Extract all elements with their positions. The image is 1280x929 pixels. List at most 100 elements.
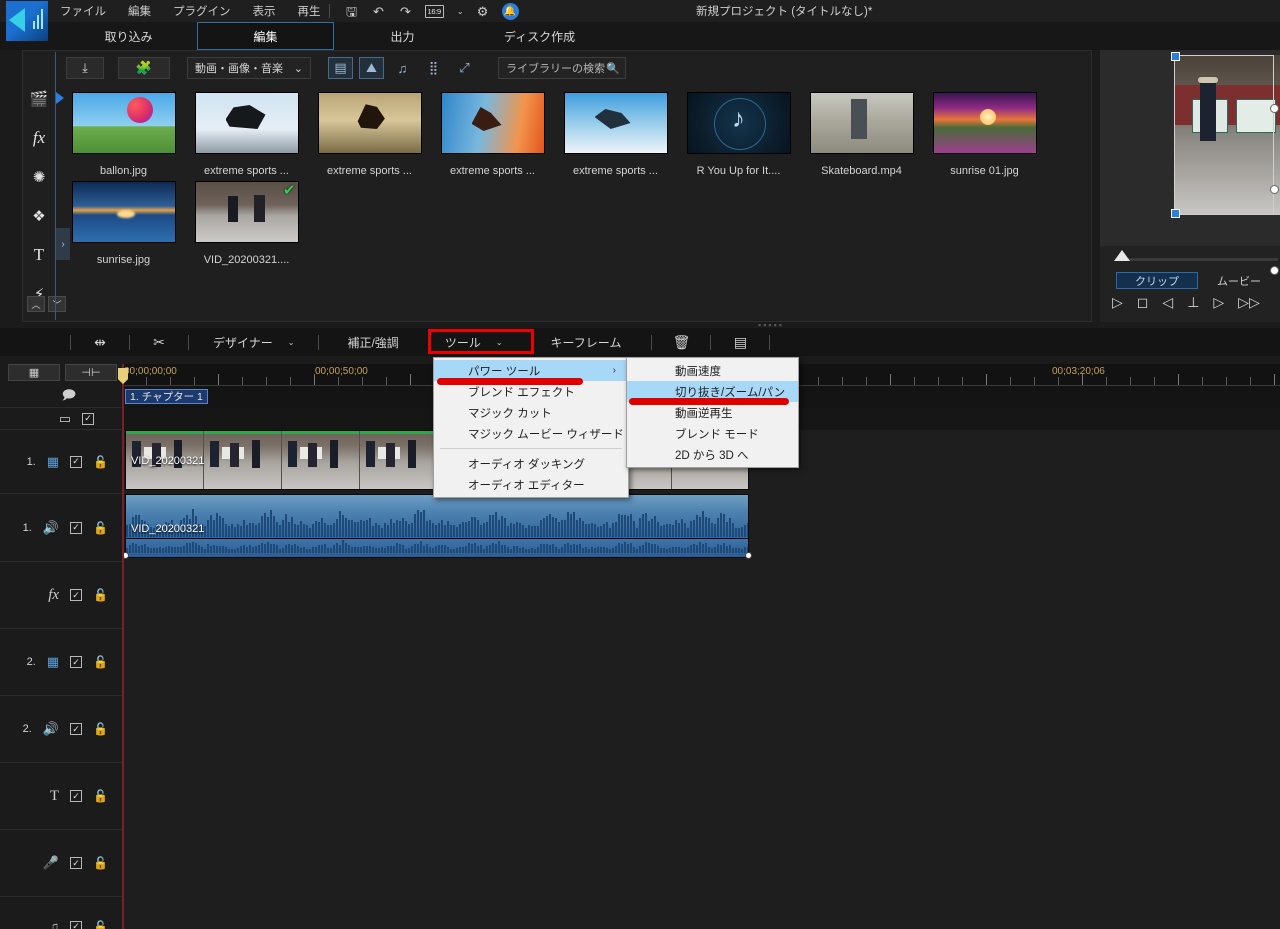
expand-view-icon[interactable]: ⤢ xyxy=(452,57,477,79)
particle-room-icon[interactable]: ❖ xyxy=(28,205,50,227)
plugin-button[interactable]: 🧩 xyxy=(118,57,170,79)
track-visibility-checkbox[interactable]: ✓ xyxy=(70,656,82,668)
library-item[interactable]: Skateboard.mp4 xyxy=(800,88,923,177)
prev-frame-button[interactable]: ◁ xyxy=(1162,294,1173,311)
library-item[interactable]: sunrise 01.jpg xyxy=(923,88,1046,177)
crop-corner-tl[interactable] xyxy=(1171,52,1180,61)
fast-forward-button[interactable]: ▷▷ xyxy=(1238,294,1260,311)
library-item[interactable]: sunrise.jpg xyxy=(62,177,185,266)
split-button[interactable]: ⊥ xyxy=(1187,294,1199,311)
library-item-thumbnail[interactable]: ✔ xyxy=(195,181,299,243)
menu-item-1[interactable]: 編集 xyxy=(128,3,151,19)
crop-corner-bl[interactable] xyxy=(1171,209,1180,218)
lock-icon[interactable]: 🔓 xyxy=(93,521,108,535)
preview-tab-0[interactable]: クリップ xyxy=(1116,272,1198,289)
library-item-thumbnail[interactable] xyxy=(810,92,914,154)
lock-icon[interactable]: 🔓 xyxy=(93,588,108,602)
track-header-1[interactable]: 1. 🔊 ✓ 🔓 xyxy=(0,494,122,562)
mode-tab-1[interactable]: 編集 xyxy=(197,22,334,50)
track-header-3[interactable]: 2. ▦ ✓ 🔓 xyxy=(0,629,122,696)
menu-item-0[interactable]: ファイル xyxy=(60,3,106,19)
media-filter-select[interactable]: 動画・画像・音楽 ⌄ xyxy=(187,57,311,79)
pip-object-room-icon[interactable]: ✺ xyxy=(28,166,50,188)
title-track-icon[interactable]: T xyxy=(50,788,59,805)
lock-icon[interactable]: 🔓 xyxy=(93,655,108,669)
panel-resize-grip[interactable]: ▪▪▪▪▪ xyxy=(758,320,784,330)
library-item-thumbnail[interactable] xyxy=(933,92,1037,154)
menu-item-マジック ムービー ウィザード[interactable]: マジック ムービー ウィザード xyxy=(434,423,628,444)
audio-track-icon[interactable]: 🔊 xyxy=(43,721,59,737)
library-item[interactable]: extreme sports ... xyxy=(554,88,677,177)
lock-icon[interactable]: 🔓 xyxy=(93,789,108,803)
scrubber-track[interactable] xyxy=(1118,258,1278,261)
menu-item-動画逆再生[interactable]: 動画逆再生 xyxy=(627,402,798,423)
menu-item-オーディオ エディター[interactable]: オーディオ エディター xyxy=(434,474,628,495)
fix-enhance-button[interactable]: 補正/強調 xyxy=(347,334,398,351)
aspect-ratio-chevron-down-icon[interactable]: ⌄ xyxy=(457,7,464,16)
audio-filter-icon[interactable]: ♫ xyxy=(390,57,415,79)
lock-icon[interactable]: 🔓 xyxy=(93,722,108,736)
preview-scrubber[interactable] xyxy=(1100,246,1280,270)
clip-handle-right[interactable] xyxy=(745,552,752,559)
effect-room-icon[interactable]: fx xyxy=(28,127,50,149)
menu-item-2[interactable]: プラグイン xyxy=(173,3,231,19)
next-frame-button[interactable]: ▷ xyxy=(1213,294,1224,311)
library-item-thumbnail[interactable] xyxy=(72,181,176,243)
search-icon[interactable]: 🔍 xyxy=(606,62,620,75)
menu-item-2D から 3D へ[interactable]: 2D から 3D へ xyxy=(627,444,798,465)
menu-item-3[interactable]: 表示 xyxy=(253,3,276,19)
track-visibility-checkbox[interactable]: ✓ xyxy=(70,857,82,869)
library-item-thumbnail[interactable] xyxy=(441,92,545,154)
designer-menu-button[interactable]: デザイナー ⌄ xyxy=(203,332,304,353)
stop-button[interactable]: ◻ xyxy=(1137,294,1149,311)
effect-track-icon[interactable]: fx xyxy=(48,587,59,604)
music-track-icon[interactable]: ♫ xyxy=(49,919,59,929)
scrubber-marker[interactable] xyxy=(1114,250,1130,261)
audio-clip[interactable]: VID_20200321 xyxy=(125,494,749,542)
track-header-5[interactable]: T ✓ 🔓 xyxy=(0,763,122,830)
menu-item-マジック カット[interactable]: マジック カット xyxy=(434,402,628,423)
track-manager-button[interactable]: ⊣⊢ xyxy=(65,364,117,381)
library-item[interactable]: R You Up for It.... xyxy=(677,88,800,177)
menu-item-動画速度[interactable]: 動画速度 xyxy=(627,360,798,381)
track-header-0[interactable]: 1. ▦ ✓ 🔓 xyxy=(0,430,122,494)
redo-icon[interactable]: ↷ xyxy=(398,3,414,19)
tool-menu-button[interactable]: ツール ⌄ xyxy=(435,332,513,353)
split-tool-icon[interactable]: ✂ xyxy=(144,334,174,351)
library-item-thumbnail[interactable] xyxy=(72,92,176,154)
crop-selection-box[interactable] xyxy=(1174,55,1274,215)
track-visibility-checkbox[interactable]: ✓ xyxy=(70,589,82,601)
track-header-6[interactable]: 🎤 ✓ 🔓 xyxy=(0,830,122,897)
marker-icon[interactable]: ▭ xyxy=(59,411,71,427)
trash-icon[interactable]: 🗑 xyxy=(666,334,696,351)
chapter-icon[interactable]: 🗩 xyxy=(62,386,76,408)
menu-item-オーディオ ダッキング[interactable]: オーディオ ダッキング xyxy=(434,453,628,474)
voice-track-icon[interactable]: 🎤 xyxy=(43,855,59,871)
library-item[interactable]: extreme sports ... xyxy=(185,88,308,177)
preview-tab-1[interactable]: ムービー xyxy=(1198,272,1280,289)
menu-item-ブレンド モード[interactable]: ブレンド モード xyxy=(627,423,798,444)
track-visibility-checkbox[interactable]: ✓ xyxy=(70,522,82,534)
library-expand-handle[interactable]: › xyxy=(56,228,70,260)
chapter-marker[interactable]: 1. チャプター 1 xyxy=(125,389,208,404)
add-track-button[interactable]: ▦ xyxy=(8,364,60,381)
mode-tab-2[interactable]: 出力 xyxy=(334,22,471,50)
save-icon[interactable]: 🖫 xyxy=(344,3,360,19)
track-visibility-checkbox[interactable]: ✓ xyxy=(70,790,82,802)
lock-icon[interactable]: 🔓 xyxy=(93,856,108,870)
library-item-thumbnail[interactable] xyxy=(564,92,668,154)
properties-icon[interactable]: ▤ xyxy=(725,334,755,351)
audio-clip-tail[interactable] xyxy=(125,538,749,558)
track-visibility-checkbox[interactable]: ✓ xyxy=(70,723,82,735)
audio-track-icon[interactable]: 🔊 xyxy=(43,520,59,536)
handle-mid-left[interactable] xyxy=(1270,185,1279,194)
library-item[interactable]: ✔ VID_20200321.... xyxy=(185,177,308,266)
title-room-icon[interactable]: T xyxy=(28,244,50,266)
library-item-thumbnail[interactable] xyxy=(318,92,422,154)
keyframe-button[interactable]: キーフレーム xyxy=(551,334,622,351)
lock-icon[interactable]: 🔓 xyxy=(93,455,108,469)
library-item-thumbnail[interactable] xyxy=(195,92,299,154)
library-item[interactable]: ballon.jpg xyxy=(62,88,185,177)
trim-tool-icon[interactable]: ⇹ xyxy=(85,334,115,351)
video-track-icon[interactable]: ▦ xyxy=(47,454,59,470)
